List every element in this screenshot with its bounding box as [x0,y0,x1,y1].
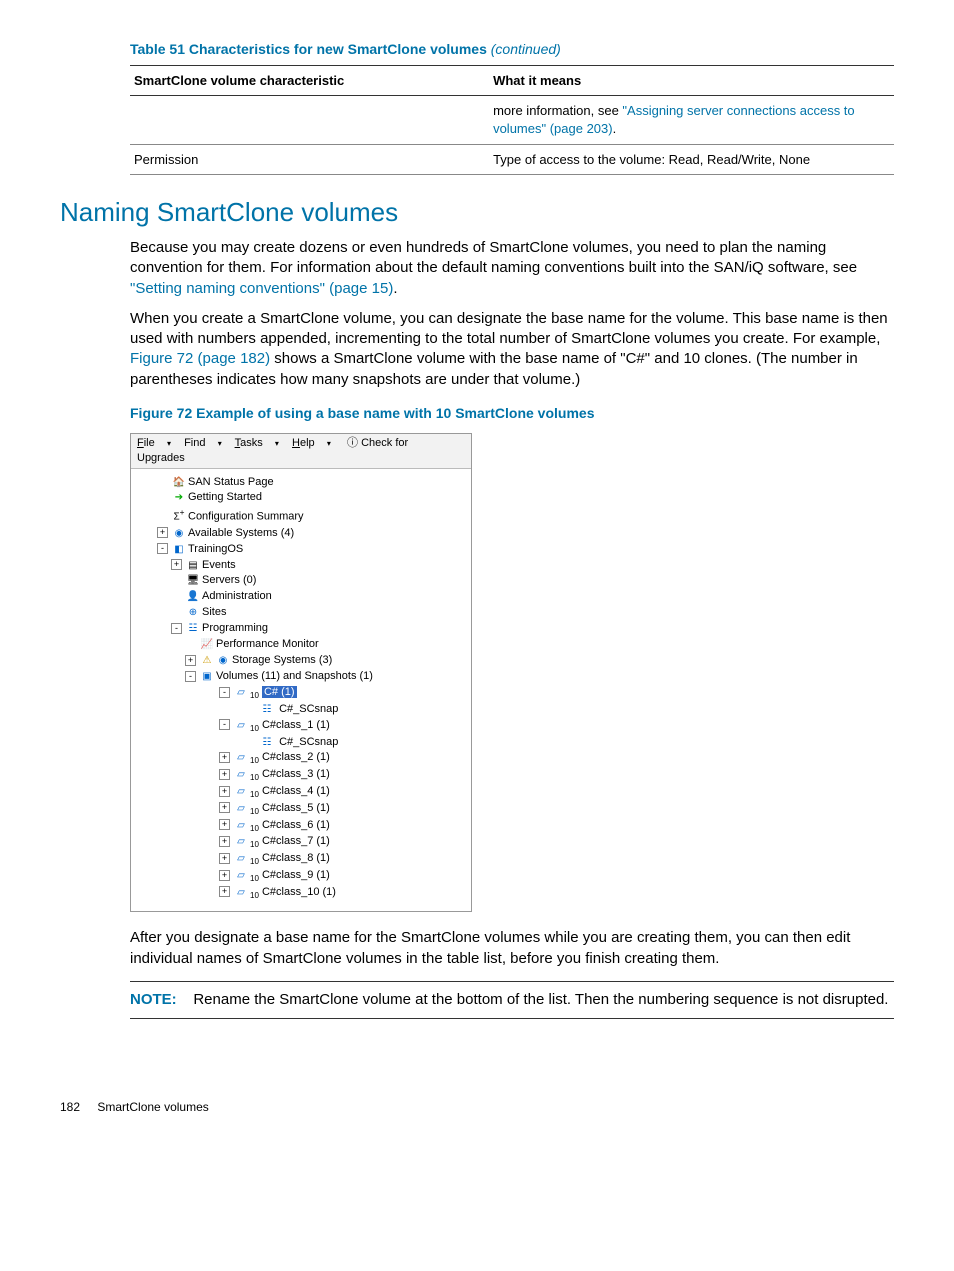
expand-icon[interactable]: + [219,853,230,864]
tree-item-getting-started[interactable]: ➔Getting Started [135,490,467,506]
tree-item-volume-c2[interactable]: +▱10 C#class_2 (1) [135,750,467,767]
collapse-icon[interactable]: - [171,623,182,634]
tree-item-performance-monitor[interactable]: 📈Performance Monitor [135,637,467,653]
note-label: NOTE: [130,991,177,1008]
tree-item-volume-c5[interactable]: +▱10 C#class_5 (1) [135,801,467,818]
page-number: 182 [60,1100,80,1114]
paragraph: After you designate a base name for the … [130,928,894,969]
tree-item-programming[interactable]: -☳Programming [135,621,467,637]
table-caption: Table 51 Characteristics for new SmartCl… [130,40,894,59]
figure-caption: Figure 72 Example of using a base name w… [130,404,894,423]
characteristics-table: SmartClone volume characteristic What it… [130,65,894,175]
expand-icon[interactable]: + [185,655,196,666]
expand-icon[interactable]: + [219,802,230,813]
menu-tasks[interactable]: Tasks [235,437,279,449]
tree-item-events[interactable]: +▤Events [135,558,467,574]
tree-item-volume-c4[interactable]: +▱10 C#class_4 (1) [135,784,467,801]
expand-icon[interactable]: + [219,819,230,830]
section-heading: Naming SmartClone volumes [60,195,894,230]
tree-item-volume-c10[interactable]: +▱10 C#class_10 (1) [135,885,467,902]
note-text: Rename the SmartClone volume at the bott… [193,991,888,1008]
cell-text: . [613,121,617,136]
expand-icon[interactable]: + [219,836,230,847]
cell-text: more information, see [493,103,622,118]
tree-item-volume-c6[interactable]: +▱10 C#class_6 (1) [135,818,467,835]
tree-item-volume-c7[interactable]: +▱10 C#class_7 (1) [135,834,467,851]
tree-item-trainingos[interactable]: -◧TrainingOS [135,542,467,558]
expand-icon[interactable]: + [171,559,182,570]
note-block: NOTE: Rename the SmartClone volume at th… [130,981,894,1019]
tree-item-servers[interactable]: 🖥Servers (0) [135,573,467,589]
expand-icon[interactable]: + [219,752,230,763]
table-caption-text: Table 51 Characteristics for new SmartCl… [130,41,487,57]
cell-characteristic: Permission [130,144,489,175]
tree-view: 🏠SAN Status Page ➔Getting Started Σ+Conf… [131,469,471,912]
tree-item-sites[interactable]: ⊕Sites [135,605,467,621]
table-row: Permission Type of access to the volume:… [130,144,894,175]
tree-item-storage-systems[interactable]: +⚠◉Storage Systems (3) [135,653,467,669]
tree-item-config-summary[interactable]: Σ+Configuration Summary [135,506,467,525]
expand-icon[interactable]: + [219,769,230,780]
paragraph: Because you may create dozens or even hu… [130,238,894,299]
tree-item-snapshot[interactable]: ☷ C#_SCsnap [135,735,467,751]
cell-meaning: Type of access to the volume: Read, Read… [489,144,894,175]
tree-item-volume-c8[interactable]: +▱10 C#class_8 (1) [135,851,467,868]
expand-icon[interactable]: + [219,886,230,897]
footer-section: SmartClone volumes [97,1100,208,1114]
tree-item-available-systems[interactable]: +◉Available Systems (4) [135,526,467,542]
collapse-icon[interactable]: - [185,671,196,682]
tree-item-snapshot[interactable]: ☷ C#_SCsnap [135,702,467,718]
tree-item-administration[interactable]: 👤Administration [135,589,467,605]
expand-icon[interactable]: + [219,786,230,797]
menu-help[interactable]: Help [292,437,331,449]
tree-item-volume-c3[interactable]: +▱10 C#class_3 (1) [135,767,467,784]
col-header-characteristic: SmartClone volume characteristic [130,65,489,96]
collapse-icon[interactable]: - [219,719,230,730]
link-naming-conventions[interactable]: "Setting naming conventions" (page 15) [130,280,393,297]
screenshot-tree: File Find Tasks Help ⓘ Check for Upgrade… [130,433,472,913]
menu-file[interactable]: File [137,437,171,449]
tree-item-volume-c[interactable]: -▱10 C# (1) [135,685,467,702]
table-row: more information, see "Assigning server … [130,96,894,144]
col-header-meaning: What it means [489,65,894,96]
tree-item-volume-c1[interactable]: -▱10 C#class_1 (1) [135,718,467,735]
tree-item-volumes-snapshots[interactable]: -▣Volumes (11) and Snapshots (1) [135,669,467,685]
tree-item-san-status[interactable]: 🏠SAN Status Page [135,475,467,491]
link-figure-72[interactable]: Figure 72 (page 182) [130,350,270,367]
page-footer: 182 SmartClone volumes [60,1099,894,1115]
tree-item-volume-c9[interactable]: +▱10 C#class_9 (1) [135,868,467,885]
expand-icon[interactable]: + [157,527,168,538]
collapse-icon[interactable]: - [157,543,168,554]
collapse-icon[interactable]: - [219,687,230,698]
menubar: File Find Tasks Help ⓘ Check for Upgrade… [131,434,471,469]
expand-icon[interactable]: + [219,870,230,881]
table-caption-continued: (continued) [491,41,561,57]
menu-find[interactable]: Find [184,437,222,449]
paragraph: When you create a SmartClone volume, you… [130,309,894,390]
